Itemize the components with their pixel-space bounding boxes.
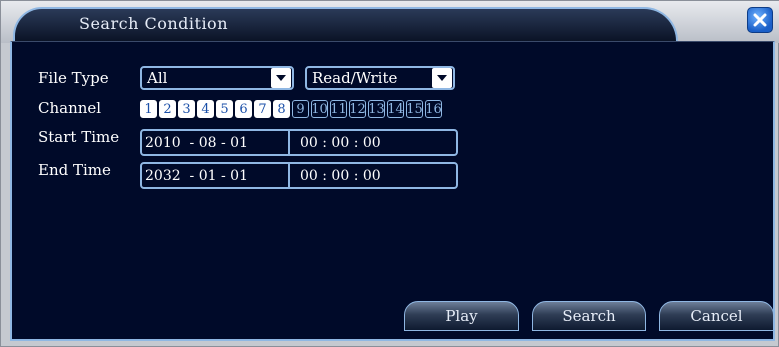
- access-mode-value: Read/Write: [312, 69, 398, 87]
- channel-checkbox[interactable]: 13: [368, 100, 385, 118]
- chevron-down-icon[interactable]: [432, 68, 452, 88]
- channel-checkbox[interactable]: 3: [178, 100, 195, 118]
- channel-checkbox[interactable]: 10: [311, 100, 328, 118]
- channel-checkbox[interactable]: 7: [254, 100, 271, 118]
- channel-checkbox[interactable]: 2: [159, 100, 176, 118]
- file-type-select[interactable]: All: [140, 66, 294, 90]
- dialog-title: Search Condition: [79, 14, 228, 33]
- start-time-field[interactable]: 2010 - 08 - 01 00 : 00 : 00: [140, 129, 458, 156]
- channel-checkbox[interactable]: 16: [425, 100, 442, 118]
- channel-checkbox[interactable]: 1: [140, 100, 157, 118]
- end-clock-input[interactable]: 00 : 00 : 00: [290, 168, 381, 184]
- close-icon: [753, 13, 767, 27]
- channel-checkbox[interactable]: 8: [273, 100, 290, 118]
- channel-checkbox[interactable]: 6: [235, 100, 252, 118]
- channel-checkbox[interactable]: 9: [292, 100, 309, 118]
- channel-checkbox[interactable]: 5: [216, 100, 233, 118]
- start-date-input[interactable]: 2010 - 08 - 01: [142, 131, 290, 154]
- search-form-panel: File Type All Read/Write Channel 1234567…: [10, 41, 775, 341]
- start-time-label: Start Time: [38, 128, 120, 146]
- end-date-input[interactable]: 2032 - 01 - 01: [142, 164, 290, 187]
- channel-checkbox[interactable]: 12: [349, 100, 366, 118]
- start-clock-input[interactable]: 00 : 00 : 00: [290, 135, 381, 151]
- close-button[interactable]: [747, 7, 773, 33]
- end-time-label: End Time: [38, 161, 111, 179]
- channel-checkbox[interactable]: 14: [387, 100, 404, 118]
- channel-checkbox[interactable]: 15: [406, 100, 423, 118]
- channel-checkbox[interactable]: 4: [197, 100, 214, 118]
- title-bar: Search Condition: [1, 1, 779, 43]
- channel-checkbox[interactable]: 11: [330, 100, 347, 118]
- search-condition-dialog: Search Condition File Type All Read/Writ…: [0, 0, 779, 347]
- chevron-down-icon[interactable]: [271, 68, 291, 88]
- channel-label: Channel: [38, 99, 102, 117]
- cancel-button[interactable]: Cancel: [659, 301, 774, 331]
- channel-selector: 1 2 3 4 5 6 7 8 9 10 11 12 13 14 15 16: [140, 100, 442, 118]
- file-type-label: File Type: [38, 69, 109, 87]
- search-button[interactable]: Search: [532, 301, 646, 331]
- access-mode-select[interactable]: Read/Write: [305, 66, 455, 90]
- end-time-field[interactable]: 2032 - 01 - 01 00 : 00 : 00: [140, 162, 458, 189]
- file-type-value: All: [147, 69, 168, 87]
- play-button[interactable]: Play: [404, 301, 519, 331]
